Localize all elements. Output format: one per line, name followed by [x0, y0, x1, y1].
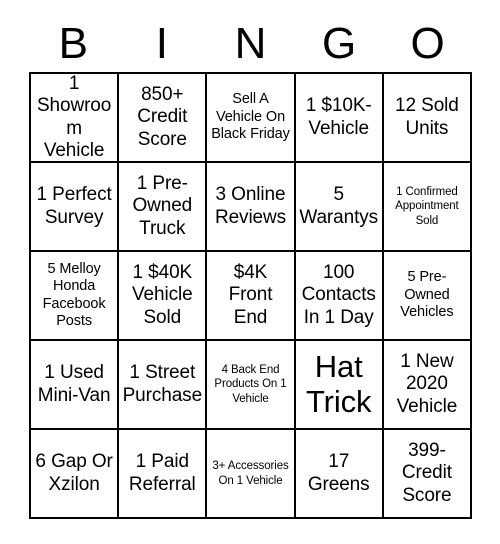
- bingo-card: B I N G O 1 Showroom Vehicle 850+ Credit…: [29, 0, 473, 519]
- bingo-cell[interactable]: 5 Pre-Owned Vehicles: [383, 252, 473, 341]
- header-letter-i: I: [155, 19, 168, 68]
- bingo-cell-label: 17 Greens: [307, 451, 370, 495]
- bingo-cell[interactable]: Sell A Vehicle On Black Friday: [207, 74, 296, 163]
- bingo-cell[interactable]: 1 Paid Referral: [119, 430, 208, 519]
- bingo-cell-label: $4K Front End: [228, 262, 273, 328]
- bingo-cell-label: 1 $10K-Vehicle: [305, 95, 372, 139]
- bingo-cell-label: 1 Paid Referral: [128, 451, 196, 495]
- bingo-cell[interactable]: 5 Melloy Honda Facebook Posts: [31, 252, 120, 341]
- bingo-cell[interactable]: 1 Pre-Owned Truck: [119, 163, 208, 252]
- bingo-cell-label: 3+ Accessories On 1 Vehicle: [212, 460, 289, 487]
- bingo-cell[interactable]: 5 Warantys: [295, 163, 384, 252]
- bingo-cell-label: 1 Showroom Vehicle: [36, 74, 112, 161]
- bingo-row: 6 Gap Or Xzilon 1 Paid Referral 3+ Acces…: [31, 430, 473, 519]
- bingo-cell-label: 1 New 2020 Vehicle: [396, 351, 458, 417]
- bingo-cell-label: Sell A Vehicle On Black Friday: [211, 91, 290, 143]
- bingo-cell[interactable]: 1 Showroom Vehicle: [31, 74, 120, 163]
- bingo-cell[interactable]: 12 Sold Units: [383, 74, 473, 163]
- bingo-header: B I N G O: [29, 0, 472, 72]
- bingo-cell[interactable]: 3 Online Reviews: [207, 163, 296, 252]
- bingo-cell-label: 3 Online Reviews: [214, 184, 287, 228]
- bingo-cell-label: 4 Back End Products On 1 Vehicle: [214, 363, 287, 405]
- bingo-cell[interactable]: 1 $40K Vehicle Sold: [119, 252, 208, 341]
- bingo-cell[interactable]: 1 Perfect Survey: [31, 163, 120, 252]
- bingo-cell-label: 399-Credit Score: [401, 440, 452, 506]
- bingo-row: 1 Perfect Survey 1 Pre-Owned Truck 3 Onl…: [31, 163, 473, 252]
- bingo-cell-free-space[interactable]: Hat Trick: [295, 341, 384, 430]
- bingo-cell[interactable]: 1 Used Mini-Van: [31, 341, 120, 430]
- bingo-row: 1 Used Mini-Van 1 Street Purchase 4 Back…: [31, 341, 473, 430]
- bingo-row: 1 Showroom Vehicle 850+ Credit Score Sel…: [31, 74, 473, 163]
- bingo-cell[interactable]: 1 Street Purchase: [119, 341, 208, 430]
- bingo-cell[interactable]: 4 Back End Products On 1 Vehicle: [207, 341, 296, 430]
- bingo-cell-label: 12 Sold Units: [395, 95, 459, 139]
- bingo-cell-label: 1 Perfect Survey: [36, 184, 112, 228]
- bingo-cell[interactable]: 100 Contacts In 1 Day: [295, 252, 384, 341]
- bingo-cell-label: 1 $40K Vehicle Sold: [132, 262, 193, 328]
- bingo-cell[interactable]: 1 New 2020 Vehicle: [383, 341, 473, 430]
- bingo-cell-label: 850+ Credit Score: [137, 84, 188, 150]
- bingo-cell[interactable]: 1 $10K-Vehicle: [295, 74, 384, 163]
- bingo-cell-label: Hat Trick: [305, 348, 372, 419]
- bingo-cell-label: 5 Melloy Honda Facebook Posts: [42, 260, 106, 329]
- header-letter-n: N: [234, 19, 267, 68]
- bingo-cell[interactable]: 1 Confirmed Appointment Sold: [383, 163, 473, 252]
- bingo-cell[interactable]: $4K Front End: [207, 252, 296, 341]
- bingo-grid: 1 Showroom Vehicle 850+ Credit Score Sel…: [29, 72, 473, 519]
- bingo-cell-label: 1 Confirmed Appointment Sold: [395, 185, 459, 227]
- bingo-cell[interactable]: 17 Greens: [295, 430, 384, 519]
- bingo-cell[interactable]: 6 Gap Or Xzilon: [31, 430, 120, 519]
- bingo-cell-label: 1 Used Mini-Van: [37, 362, 111, 406]
- bingo-cell[interactable]: 399-Credit Score: [383, 430, 473, 519]
- bingo-row: 5 Melloy Honda Facebook Posts 1 $40K Veh…: [31, 252, 473, 341]
- bingo-cell-label: 5 Pre-Owned Vehicles: [400, 269, 454, 321]
- header-letter-g: G: [321, 19, 357, 68]
- header-letter-b: B: [58, 19, 88, 68]
- bingo-cell-label: 5 Warantys: [299, 184, 379, 228]
- bingo-cell-label: 1 Pre-Owned Truck: [132, 173, 193, 239]
- bingo-cell-label: 100 Contacts In 1 Day: [301, 262, 376, 328]
- bingo-cell-label: 1 Street Purchase: [122, 362, 203, 406]
- bingo-cell[interactable]: 850+ Credit Score: [119, 74, 208, 163]
- bingo-cell-label: 6 Gap Or Xzilon: [35, 451, 113, 495]
- header-letter-o: O: [410, 19, 445, 68]
- bingo-cell[interactable]: 3+ Accessories On 1 Vehicle: [207, 430, 296, 519]
